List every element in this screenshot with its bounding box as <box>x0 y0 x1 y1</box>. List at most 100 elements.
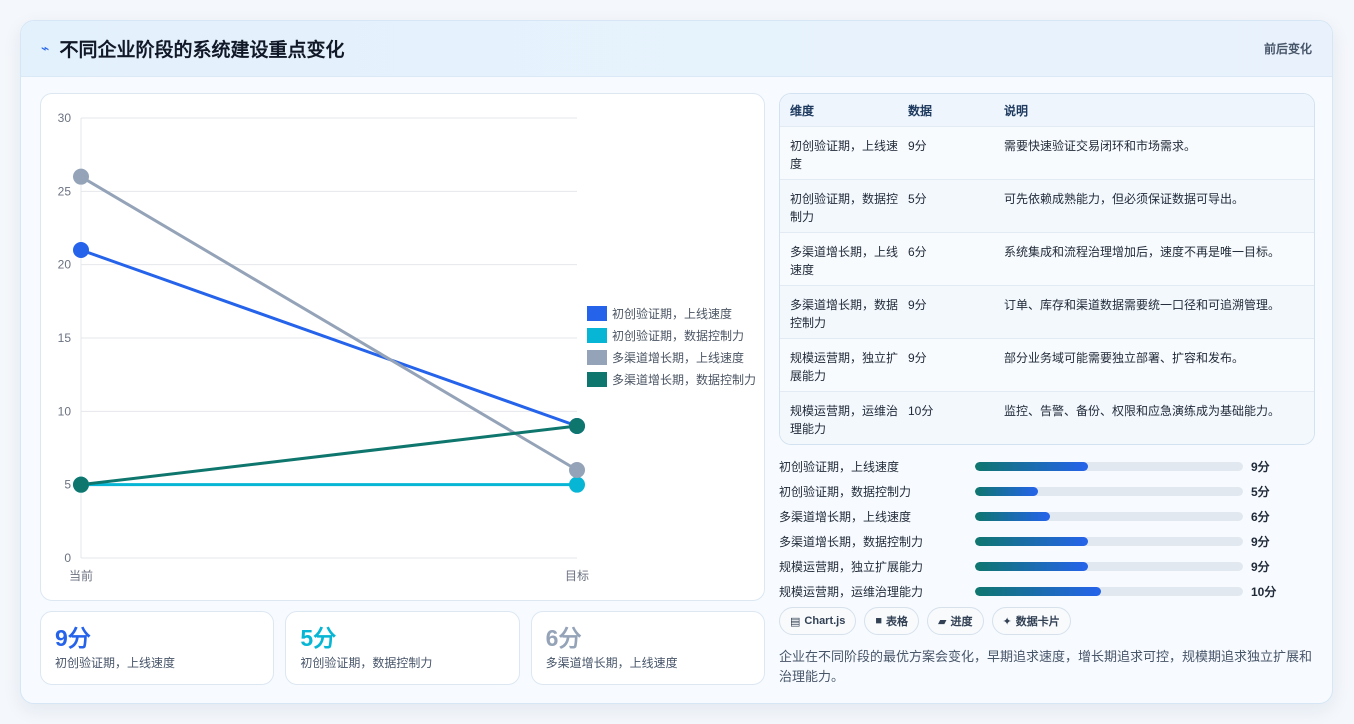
progress-row: 初创验证期，上线速度 9分 <box>779 454 1289 479</box>
table-cell: 规模运营期，独立扩展能力 <box>790 351 899 383</box>
chip-progress[interactable]: ▰ 进度 <box>927 607 984 635</box>
y-tick-label: 30 <box>58 111 72 125</box>
progress-track <box>975 562 1243 571</box>
progress-label: 规模运营期，独立扩展能力 <box>779 560 924 574</box>
chip-chartjs[interactable]: ▤ Chart.js <box>779 607 857 635</box>
table-row: 初创验证期，上线速度 9分 需要快速验证交易闭环和市场需求。 <box>780 127 1314 180</box>
summary-note: 企业在不同阶段的最优方案会变化，早期追求速度，增长期追求可控，规模期追求独立扩展… <box>779 649 1313 684</box>
progress-value: 9分 <box>1251 460 1270 474</box>
table-row: 多渠道增长期，数据控制力 9分 订单、库存和渠道数据需要统一口径和可追溯管理。 <box>780 286 1314 339</box>
y-tick-label: 25 <box>58 184 72 198</box>
y-tick-label: 10 <box>58 404 72 418</box>
data-table: 维度 数据 说明 初创验证期，上线速度 9分 需要快速验证交易闭环和市场需求。 … <box>779 93 1315 445</box>
chip-data-card[interactable]: ✦ 数据卡片 <box>991 607 1071 635</box>
progress-fill <box>975 537 1088 546</box>
series-line <box>80 424 578 487</box>
table-header-cell: 维度 <box>790 103 815 118</box>
progress-fill <box>975 462 1088 471</box>
progress-track <box>975 462 1243 471</box>
card-header: ⌁ 不同企业阶段的系统建设重点变化 前后变化 <box>21 21 1332 77</box>
chip-table[interactable]: ■ 表格 <box>864 607 920 635</box>
kpi-label: 初创验证期，上线速度 <box>55 656 176 670</box>
progress-value: 6分 <box>1251 510 1270 524</box>
lightning-icon: ⌁ <box>41 40 50 56</box>
table-row: 规模运营期，运维治理能力 10分 监控、告警、备份、权限和应急演练成为基础能力。 <box>780 392 1314 444</box>
data-point <box>73 242 89 258</box>
kpi-value: 9分 <box>55 625 91 651</box>
progress-value: 10分 <box>1251 585 1277 599</box>
progress-label: 初创验证期，数据控制力 <box>779 485 912 499</box>
kpi-card: 9分 初创验证期，上线速度 <box>40 611 275 685</box>
data-point <box>73 168 89 185</box>
progress-icon: ▰ <box>938 615 947 628</box>
table-cell: 9分 <box>908 298 927 312</box>
kpi-value: 5分 <box>300 625 337 651</box>
progress-value: 9分 <box>1251 535 1270 549</box>
data-point <box>569 476 585 493</box>
data-point <box>569 418 585 434</box>
chart-icon: ▤ <box>790 615 801 628</box>
table-cell: 初创验证期，上线速度 <box>790 139 899 171</box>
table-cell: 部分业务域可能需要独立部署、扩容和发布。 <box>1004 351 1245 365</box>
chip-row: ▤ Chart.js ■ 表格 ▰ 进度 ✦ 数据卡片 <box>779 607 1071 635</box>
table-header: 维度 数据 说明 <box>780 94 1314 127</box>
progress-row: 多渠道增长期，上线速度 6分 <box>779 504 1289 529</box>
progress-track <box>975 587 1243 596</box>
progress-track <box>975 512 1243 521</box>
table-cell: 需要快速验证交易闭环和市场需求。 <box>1004 139 1197 153</box>
table-header-cell: 说明 <box>1004 103 1029 118</box>
table-cell: 10分 <box>908 404 934 418</box>
chip-label: 数据卡片 <box>1015 616 1060 628</box>
progress-label: 初创验证期，上线速度 <box>779 460 900 474</box>
sparkle-icon: ✦ <box>1002 615 1012 628</box>
table-cell: 订单、库存和渠道数据需要统一口径和可追溯管理。 <box>1004 298 1281 312</box>
page-title: 不同企业阶段的系统建设重点变化 <box>59 40 345 61</box>
y-tick-label: 20 <box>58 258 72 272</box>
chart-svg: 0 5 10 15 20 25 30 当前 目标 初创验证期，上线速度初创验证期，数据控制力多渠道… <box>58 111 756 583</box>
legend-swatch <box>587 372 607 387</box>
table-cell: 规模运营期，运维治理能力 <box>790 404 899 436</box>
progress-fill <box>975 562 1088 571</box>
legend-label: 初创验证期，数据控制力 <box>612 328 744 343</box>
progress-label: 多渠道增长期，数据控制力 <box>779 535 924 549</box>
table-row: 初创验证期，数据控制力 5分 可先依赖成熟能力，但必须保证数据可导出。 <box>780 180 1314 233</box>
table-row: 规模运营期，独立扩展能力 9分 部分业务域可能需要独立部署、扩容和发布。 <box>780 339 1314 392</box>
legend-label: 多渠道增长期，数据控制力 <box>612 372 756 387</box>
progress-fill <box>975 587 1101 596</box>
table-cell: 5分 <box>908 192 927 206</box>
y-tick-label: 15 <box>58 331 72 345</box>
table-cell: 可先依赖成熟能力，但必须保证数据可导出。 <box>1004 192 1245 206</box>
legend-label: 初创验证期，上线速度 <box>612 306 732 321</box>
table-icon: ■ <box>875 615 883 627</box>
legend-label: 多渠道增长期，上线速度 <box>612 350 744 365</box>
main-card: ⌁ 不同企业阶段的系统建设重点变化 前后变化 0 5 10 15 20 25 30 当前 目标初… <box>20 20 1333 704</box>
legend-swatch <box>587 350 607 365</box>
x-tick-label: 当前 <box>69 568 93 583</box>
kpi-card: 5分 初创验证期，数据控制力 <box>285 611 520 685</box>
chip-label: 表格 <box>886 616 909 628</box>
progress-track <box>975 537 1243 546</box>
data-point <box>73 476 89 493</box>
table-cell: 多渠道增长期，上线速度 <box>790 245 899 277</box>
progress-value: 9分 <box>1251 560 1270 574</box>
progress-row: 规模运营期，独立扩展能力 9分 <box>779 554 1289 579</box>
y-tick-label: 5 <box>64 478 71 492</box>
kpi-cards: 9分 初创验证期，上线速度 5分 初创验证期，数据控制力 6分 多渠道增长期，上… <box>40 611 765 685</box>
progress-label: 规模运营期，运维治理能力 <box>779 585 924 599</box>
progress-row: 多渠道增长期，数据控制力 9分 <box>779 529 1289 554</box>
progress-fill <box>975 487 1038 496</box>
progress-value: 5分 <box>1251 485 1270 499</box>
table-cell: 监控、告警、备份、权限和应急演练成为基础能力。 <box>1004 404 1281 418</box>
progress-row: 初创验证期，数据控制力 5分 <box>779 479 1289 504</box>
kpi-label: 初创验证期，数据控制力 <box>300 656 433 670</box>
table-cell: 9分 <box>908 139 927 153</box>
chip-label: 进度 <box>950 616 973 628</box>
kpi-card: 6分 多渠道增长期，上线速度 <box>530 611 765 685</box>
table-cell: 多渠道增长期，数据控制力 <box>790 298 899 330</box>
legend-swatch <box>587 328 607 343</box>
chip-label: Chart.js <box>804 615 846 627</box>
table-row: 多渠道增长期，上线速度 6分 系统集成和流程治理增加后，速度不再是唯一目标。 <box>780 233 1314 286</box>
progress-label: 多渠道增长期，上线速度 <box>779 510 912 524</box>
legend-swatch <box>587 306 607 321</box>
data-point <box>569 462 585 478</box>
